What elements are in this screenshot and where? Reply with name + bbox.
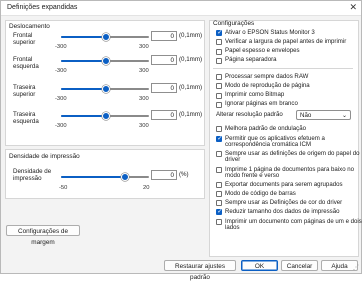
slider-label: Traseira esquerda [13, 111, 39, 125]
checkbox-label: Papel espesso e envelopes [225, 47, 300, 55]
checkbox-label: Ativar o EPSON Status Monitor 3 [225, 28, 315, 36]
resolution-label: Alterar resolução padrão [216, 111, 283, 118]
checkbox-label: Imprimir como Bitmap [225, 91, 285, 99]
slider-fill [61, 36, 105, 38]
checkbox-label: Reduzir tamanho dos dados de impressão [225, 207, 340, 215]
checkbox-label: Permitir que os aplicativos efetuem a co… [225, 134, 325, 149]
margin-settings-button[interactable]: Configurações de margem [6, 225, 80, 246]
ok-button[interactable]: OK [241, 260, 278, 271]
density-unit-label: (%) [179, 171, 189, 178]
checkbox[interactable] [216, 191, 222, 197]
slider-unit-label: (0,1mm) [179, 84, 203, 91]
resize-grip-icon[interactable]: ⋰ [353, 264, 359, 271]
slider-value-input[interactable]: 0 [151, 55, 177, 65]
resolution-value: Não [300, 112, 312, 119]
slider-max-label: 300 [139, 123, 149, 129]
window-title: Definições expandidas [7, 4, 78, 11]
slider-thumb[interactable] [102, 57, 110, 65]
checkbox[interactable] [216, 182, 222, 188]
density-group-label: Densidade de impressão [9, 153, 80, 160]
title-bar: Definições expandidas ✕ [1, 1, 361, 16]
checkbox-label: Modo de código de barras [225, 189, 296, 197]
checkbox[interactable] [216, 83, 222, 90]
slider-max-label: 300 [139, 96, 149, 102]
restore-defaults-button[interactable]: Restaurar ajustes padrão [164, 260, 236, 281]
slider-min-label: -300 [55, 68, 67, 74]
settings-group-label: Configurações [213, 20, 255, 27]
slider-thumb[interactable] [102, 33, 110, 41]
offset-group-label: Deslocamento [9, 23, 50, 30]
slider-label: Frontal superior [13, 32, 36, 46]
checkbox[interactable] [216, 219, 222, 225]
density-min-label: -50 [59, 185, 68, 191]
checkbox-label: Modo de reprodução de página [225, 81, 310, 89]
checkbox[interactable] [216, 48, 222, 55]
slider-value-input[interactable]: 0 [151, 83, 177, 93]
density-label: Densidade de impressão [13, 168, 52, 182]
checkbox[interactable] [216, 39, 222, 46]
checkbox[interactable] [216, 208, 222, 215]
close-icon[interactable]: ✕ [349, 2, 357, 13]
slider-unit-label: (0,1mm) [179, 32, 203, 39]
slider-unit-label: (0,1mm) [179, 111, 203, 118]
checkbox-label: Imprimir um documento com páginas de um … [225, 217, 362, 232]
chevron-down-icon: ⌄ [341, 113, 347, 119]
slider-value-input[interactable]: 0 [151, 110, 177, 120]
slider-min-label: -300 [55, 44, 67, 50]
checkbox-label: Imprime 1 página de documentos para baix… [225, 165, 355, 180]
slider-unit-label: (0,1mm) [179, 56, 203, 63]
density-slider-thumb[interactable] [120, 173, 129, 181]
checkbox-label: Ignorar páginas em branco [225, 100, 298, 108]
slider-label: Traseira superior [13, 84, 36, 98]
checkbox[interactable] [216, 167, 222, 173]
density-value-input[interactable]: 0 [151, 170, 177, 180]
checkbox[interactable] [216, 74, 222, 80]
density-slider-fill [61, 176, 124, 178]
slider-fill [61, 115, 105, 117]
slider-track[interactable] [61, 57, 149, 65]
checkbox[interactable] [216, 57, 222, 64]
density-slider-track[interactable] [61, 173, 149, 181]
slider-max-label: 300 [139, 68, 149, 74]
checkbox[interactable] [216, 200, 222, 206]
checkbox-label: Sempre usar as Definições de cor do driv… [225, 198, 343, 206]
checkbox-label: Melhora padrão de ondulação [225, 124, 306, 132]
slider-thumb[interactable] [102, 112, 110, 120]
slider-track[interactable] [61, 85, 149, 93]
checkbox-label: Verificar a largura de papel antes de im… [225, 37, 347, 45]
checkbox[interactable] [216, 126, 222, 132]
slider-fill [61, 60, 105, 62]
slider-value-input[interactable]: 0 [151, 31, 177, 41]
resolution-select[interactable]: Não ⌄ [296, 110, 351, 120]
density-max-label: 20 [143, 185, 150, 191]
checkbox-label: Exportar documents para serem agrupados [225, 180, 343, 188]
divider [213, 68, 353, 69]
checkbox-label: Processar sempre dados RAW [225, 72, 309, 80]
expanded-settings-window: Definições expandidas ✕ Deslocamento Den… [0, 0, 362, 281]
slider-min-label: -300 [55, 123, 67, 129]
slider-track[interactable] [61, 112, 149, 120]
slider-label: Frontal esquerda [13, 56, 39, 70]
slider-min-label: -300 [55, 96, 67, 102]
checkbox-label: Página separadora [225, 56, 277, 64]
slider-max-label: 300 [139, 44, 149, 50]
checkbox[interactable] [216, 135, 222, 142]
slider-track[interactable] [61, 33, 149, 41]
checkbox[interactable] [216, 92, 222, 99]
cancel-button[interactable]: Cancelar [281, 260, 318, 271]
checkbox-label: Sempre usar as definições de origem do p… [225, 149, 359, 164]
checkbox[interactable] [216, 101, 222, 108]
slider-fill [61, 88, 105, 90]
checkbox[interactable] [216, 29, 222, 36]
slider-thumb[interactable] [102, 85, 110, 93]
checkbox[interactable] [216, 151, 222, 157]
